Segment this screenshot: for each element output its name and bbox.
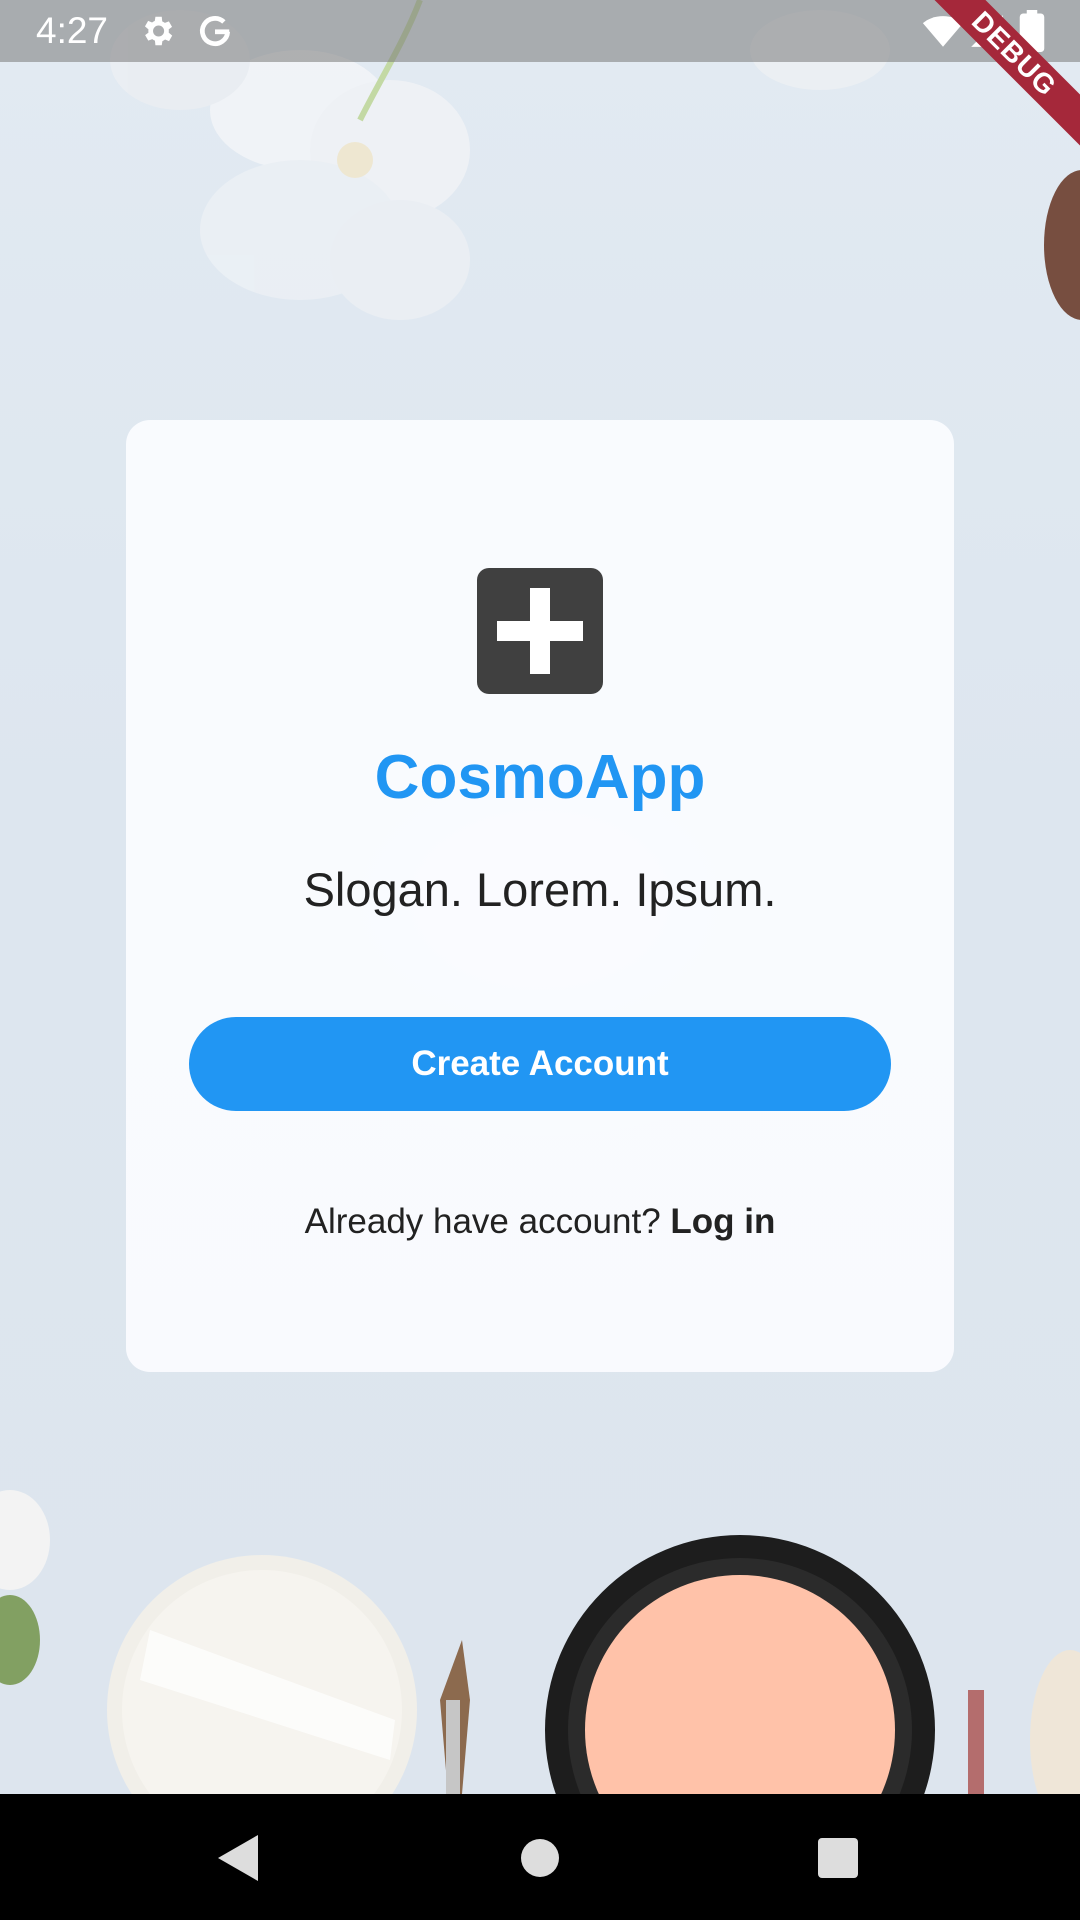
- recents-icon[interactable]: [808, 1827, 868, 1887]
- status-bar: 4:27 DEBUG: [0, 0, 1080, 159]
- home-icon[interactable]: [510, 1827, 570, 1887]
- login-prompt: Already have account?: [304, 1202, 661, 1241]
- google-icon: [196, 12, 234, 50]
- status-time: 4:27: [36, 10, 109, 51]
- login-link[interactable]: Log in: [670, 1202, 775, 1241]
- welcome-card: CosmoApp Slogan. Lorem. Ipsum. Create Ac…: [126, 420, 954, 1372]
- app-title: CosmoApp: [374, 743, 706, 812]
- medical-cross-icon: [477, 568, 603, 694]
- back-icon[interactable]: [208, 1827, 268, 1887]
- screen: 4:27 DEBUG CosmoApp Slogan. Lorem. Ipsum…: [0, 0, 1080, 1920]
- navigation-bar: [0, 1794, 1080, 1920]
- create-account-button[interactable]: Create Account: [189, 1017, 891, 1111]
- slogan: Slogan. Lorem. Ipsum.: [303, 863, 777, 916]
- settings-icon: [138, 12, 176, 50]
- login-row: Already have account? Log in: [126, 1200, 954, 1244]
